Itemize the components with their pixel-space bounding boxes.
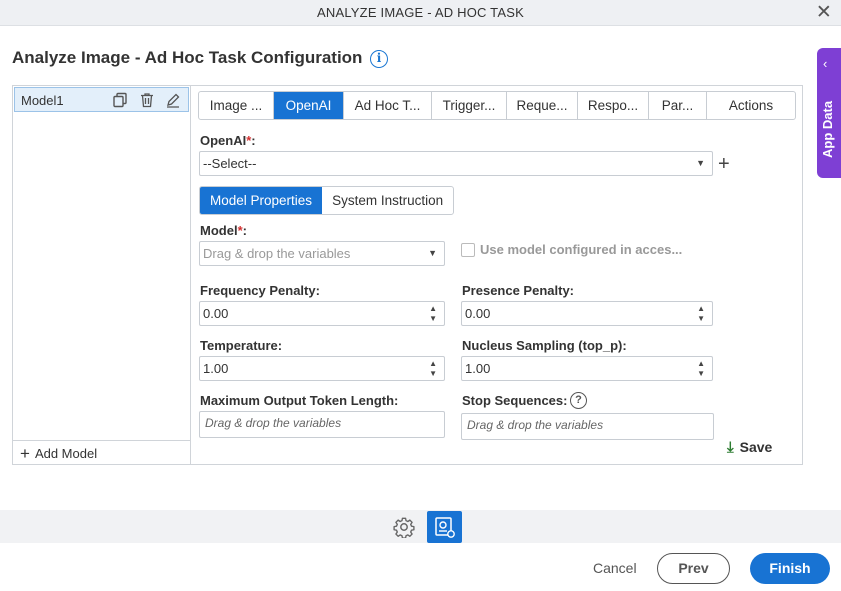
window-title: ANALYZE IMAGE - AD HOC TASK: [317, 5, 524, 20]
close-icon[interactable]: ✕: [816, 0, 832, 26]
config-tabs: Image ... OpenAI Ad Hoc T... Trigger... …: [198, 91, 796, 120]
tab-request[interactable]: Reque...: [507, 92, 578, 119]
max-output-token-label: Maximum Output Token Length:: [200, 393, 399, 408]
scan-image-icon: [435, 517, 455, 538]
spinner-icon[interactable]: ▲ ▼: [429, 359, 437, 379]
tab-model-properties[interactable]: Model Properties: [200, 187, 323, 214]
frequency-penalty-label: Frequency Penalty:: [200, 283, 320, 298]
spinner-icon[interactable]: ▲ ▼: [429, 304, 437, 324]
model-subtabs: Model Properties System Instruction: [199, 186, 455, 215]
tab-response[interactable]: Respo...: [578, 92, 649, 119]
spinner-icon[interactable]: ▲ ▼: [697, 359, 705, 379]
copy-icon[interactable]: [112, 92, 128, 108]
openai-select-value: --Select--: [203, 156, 257, 171]
presence-penalty-label: Presence Penalty:: [462, 283, 575, 298]
prev-button[interactable]: Prev: [657, 553, 730, 584]
tab-trigger[interactable]: Trigger...: [432, 92, 507, 119]
image-analysis-icon[interactable]: [427, 511, 462, 543]
nucleus-sampling-value: 1.00: [465, 361, 491, 376]
stop-sequences-label: Stop Sequences:: [462, 393, 568, 408]
presence-penalty-value: 0.00: [465, 306, 491, 321]
gear-icon[interactable]: [393, 516, 415, 538]
add-openai-button[interactable]: +: [718, 153, 730, 176]
temperature-input[interactable]: 1.00 ▲ ▼: [199, 356, 445, 381]
cancel-button[interactable]: Cancel: [593, 560, 637, 576]
model-list-panel: Model1 + Add Model: [12, 85, 191, 465]
model-name: Model1: [21, 93, 64, 108]
tab-actions[interactable]: Actions: [707, 92, 795, 119]
info-icon[interactable]: i: [370, 50, 388, 68]
download-icon: ⤓: [727, 439, 734, 456]
presence-penalty-input[interactable]: 0.00 ▲ ▼: [461, 301, 713, 326]
tab-ad-hoc-task[interactable]: Ad Hoc T...: [344, 92, 432, 119]
stop-sequences-dropzone[interactable]: Drag & drop the variables: [461, 413, 714, 440]
frequency-penalty-input[interactable]: 0.00 ▲ ▼: [199, 301, 445, 326]
use-model-checkbox-label: Use model configured in acces...: [480, 242, 683, 257]
nucleus-sampling-input[interactable]: 1.00 ▲ ▼: [461, 356, 713, 381]
window-titlebar: ANALYZE IMAGE - AD HOC TASK ✕: [0, 0, 841, 26]
model-select-placeholder: Drag & drop the variables: [203, 246, 351, 261]
edit-icon[interactable]: [165, 92, 181, 108]
page-title: Analyze Image - Ad Hoc Task Configuratio…: [12, 48, 363, 67]
model-select[interactable]: Drag & drop the variables ▼: [199, 241, 445, 266]
divider: [12, 440, 190, 441]
tab-parameters[interactable]: Par...: [649, 92, 707, 119]
list-item-model[interactable]: Model1: [14, 87, 189, 112]
delete-icon[interactable]: [139, 92, 155, 108]
spinner-icon[interactable]: ▲ ▼: [697, 304, 705, 324]
tab-openai[interactable]: OpenAI: [274, 92, 344, 119]
openai-label: OpenAI*:: [200, 133, 256, 148]
nucleus-sampling-label: Nucleus Sampling (top_p):: [462, 338, 627, 353]
add-model-button[interactable]: + Add Model: [20, 444, 97, 464]
model-label: Model*:: [200, 223, 247, 238]
finish-button[interactable]: Finish: [750, 553, 830, 584]
frequency-penalty-value: 0.00: [203, 306, 229, 321]
save-button[interactable]: ⤓ Save: [727, 439, 772, 456]
openai-select[interactable]: --Select-- ▼: [199, 151, 713, 176]
use-model-checkbox[interactable]: [461, 243, 475, 257]
plus-icon: +: [20, 444, 30, 463]
save-label: Save: [739, 439, 773, 455]
max-output-token-dropzone[interactable]: Drag & drop the variables: [199, 411, 445, 438]
bottom-toolbar: [0, 510, 841, 543]
chevron-left-icon: ‹: [823, 56, 828, 71]
add-model-label: Add Model: [34, 446, 98, 461]
tab-system-instruction[interactable]: System Instruction: [322, 187, 453, 214]
chevron-down-icon: ▼: [696, 158, 705, 168]
app-data-panel-toggle[interactable]: ‹ App Data: [817, 48, 841, 178]
tab-image[interactable]: Image ...: [199, 92, 274, 119]
temperature-label: Temperature:: [200, 338, 283, 353]
chevron-down-icon: ▼: [428, 248, 437, 258]
app-data-label: App Data: [820, 100, 835, 158]
temperature-value: 1.00: [203, 361, 229, 376]
help-icon[interactable]: ?: [570, 392, 587, 409]
